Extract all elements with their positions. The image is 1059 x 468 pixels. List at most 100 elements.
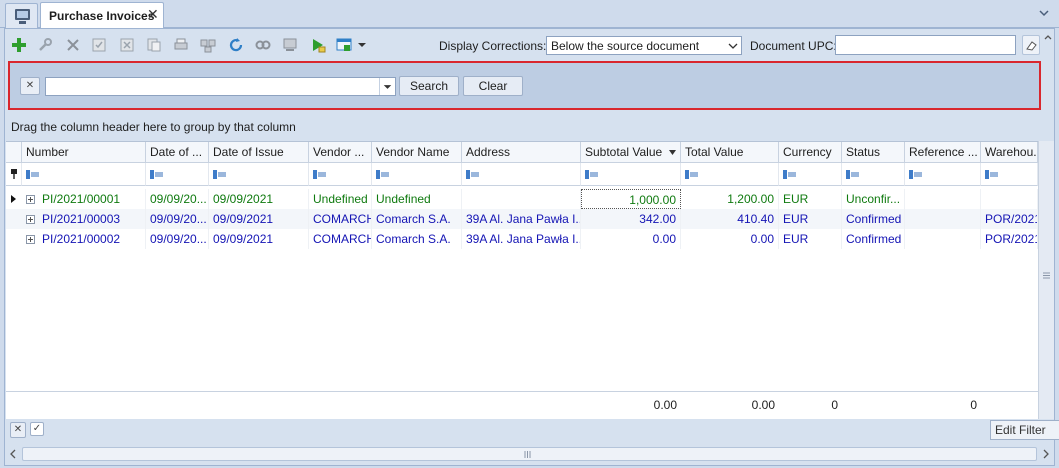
column-header-currency[interactable]: Currency <box>779 142 842 163</box>
cancel-document-icon[interactable] <box>119 37 135 53</box>
chevron-down-icon[interactable] <box>1038 7 1050 19</box>
scroll-right-icon[interactable] <box>1042 449 1050 459</box>
subtotal-header-label: Subtotal Value <box>585 145 663 159</box>
row-indicator-header <box>6 142 22 163</box>
cell-address <box>462 189 581 209</box>
filter-cell-subtotal-value[interactable] <box>581 163 681 186</box>
column-header-date-of[interactable]: Date of ... <box>146 142 209 163</box>
print-icon[interactable] <box>173 37 189 53</box>
close-filter-button[interactable]: ✕ <box>20 77 40 95</box>
filter-cell-vendor-name[interactable] <box>372 163 462 186</box>
cell-date-of-issue: 09/09/2021 <box>209 189 309 209</box>
filter-cell-number[interactable] <box>22 163 146 186</box>
filter-cell-currency[interactable] <box>779 163 842 186</box>
cell-vendor-name: Undefined <box>372 189 462 209</box>
chevron-down-icon[interactable] <box>379 78 395 95</box>
home-tab[interactable] <box>5 3 38 28</box>
edit-filter-button[interactable]: Edit Filter <box>990 420 1059 440</box>
table-row[interactable]: PI/2021/00002 09/09/20... 09/09/2021 COM… <box>6 229 1038 249</box>
column-header-address[interactable]: Address <box>462 142 581 163</box>
filter-cell-date-of[interactable] <box>146 163 209 186</box>
current-row-indicator-icon <box>11 195 16 203</box>
wrench-icon[interactable] <box>37 37 53 53</box>
filter-row-pin[interactable] <box>6 163 22 186</box>
cell-currency: EUR <box>779 189 842 209</box>
link-icon[interactable] <box>255 37 271 53</box>
close-icon[interactable]: ✕ <box>147 6 159 22</box>
expand-icon[interactable] <box>26 215 35 224</box>
cell-vendor-name: Comarch S.A. <box>372 209 462 229</box>
table-row[interactable]: PI/2021/00003 09/09/20... 09/09/2021 COM… <box>6 209 1038 229</box>
cell-total-value: 410.40 <box>681 209 779 229</box>
column-header-total-value[interactable]: Total Value <box>681 142 779 163</box>
transfer-icon[interactable] <box>282 37 298 53</box>
approve-document-icon[interactable] <box>91 37 107 53</box>
column-header-vendor-name[interactable]: Vendor Name <box>372 142 462 163</box>
expand-icon[interactable] <box>26 235 35 244</box>
monitor-stand-icon <box>19 21 26 24</box>
eraser-icon <box>1026 41 1037 51</box>
cell-reference <box>905 189 981 209</box>
abc-filter-icon <box>150 170 163 179</box>
search-button[interactable]: Search <box>399 76 459 96</box>
column-header-status[interactable]: Status <box>842 142 905 163</box>
clear-filter-button[interactable]: ✕ <box>10 422 26 438</box>
column-header-subtotal-value[interactable]: Subtotal Value <box>581 142 681 163</box>
delete-icon[interactable] <box>65 37 81 53</box>
clear-button[interactable]: Clear <box>463 76 523 96</box>
clear-upc-button[interactable] <box>1022 35 1040 55</box>
table-row[interactable]: PI/2021/00001 09/09/20... 09/09/2021 Und… <box>6 189 1038 209</box>
cell-date-of-issue: 09/09/2021 <box>209 209 309 229</box>
summary-subtotal: 0.00 <box>653 398 677 412</box>
summary-reference: 0 <box>970 398 977 412</box>
scroll-thumb[interactable] <box>22 447 1037 461</box>
filter-cell-date-of-issue[interactable] <box>209 163 309 186</box>
pin-icon <box>11 169 17 179</box>
summary-currency: 0 <box>831 398 838 412</box>
filter-enabled-checkbox[interactable]: ✓ <box>30 422 44 436</box>
settings-list-icon[interactable] <box>336 37 352 53</box>
cell-warehouse <box>981 189 1038 209</box>
execute-icon[interactable] <box>310 37 326 53</box>
cell-subtotal-value[interactable]: 1,000.00 <box>581 189 681 209</box>
scroll-left-icon[interactable] <box>9 449 17 459</box>
filter-input[interactable] <box>45 77 396 96</box>
abc-filter-icon <box>909 170 922 179</box>
column-header-warehouse[interactable]: Warehou... <box>981 142 1038 163</box>
cell-status: Confirmed <box>842 209 905 229</box>
display-corrections-value: Below the source document <box>551 39 700 53</box>
filter-cell-status[interactable] <box>842 163 905 186</box>
chevron-down-icon[interactable] <box>357 37 367 53</box>
cell-reference <box>905 209 981 229</box>
cell-total-value: 1,200.00 <box>681 189 779 209</box>
column-header-number[interactable]: Number <box>22 142 146 163</box>
vertical-scrollbar[interactable] <box>1038 141 1054 419</box>
cell-number: PI/2021/00002 <box>22 229 146 249</box>
column-header-vendor[interactable]: Vendor ... <box>309 142 372 163</box>
cell-number: PI/2021/00003 <box>22 209 146 229</box>
tab-purchase-invoices[interactable]: Purchase Invoices ✕ <box>40 2 164 29</box>
scroll-up-icon[interactable] <box>1042 31 1054 59</box>
filter-cell-vendor[interactable] <box>309 163 372 186</box>
refresh-icon[interactable] <box>228 37 244 53</box>
filter-cell-total-value[interactable] <box>681 163 779 186</box>
expand-icon[interactable] <box>26 195 35 204</box>
display-corrections-select[interactable]: Below the source document <box>546 36 742 55</box>
abc-filter-icon <box>985 170 998 179</box>
add-icon[interactable] <box>11 37 27 53</box>
document-upc-input[interactable] <box>835 35 1016 55</box>
filter-cell-address[interactable] <box>462 163 581 186</box>
cell-subtotal-value: 0.00 <box>581 229 681 249</box>
filter-cell-reference[interactable] <box>905 163 981 186</box>
generate-icon[interactable] <box>200 37 216 53</box>
copy-document-icon[interactable] <box>146 37 162 53</box>
filter-cell-warehouse[interactable] <box>981 163 1038 186</box>
cell-address: 39A Al. Jana Pawła I... <box>462 229 581 249</box>
horizontal-scrollbar[interactable] <box>5 444 1054 465</box>
abc-filter-icon <box>313 170 326 179</box>
chevron-down-icon[interactable] <box>725 37 741 54</box>
abc-filter-icon <box>685 170 698 179</box>
column-header-reference[interactable]: Reference ... <box>905 142 981 163</box>
filter-panel: ✕ Search Clear <box>8 61 1041 110</box>
column-header-date-of-issue[interactable]: Date of Issue <box>209 142 309 163</box>
